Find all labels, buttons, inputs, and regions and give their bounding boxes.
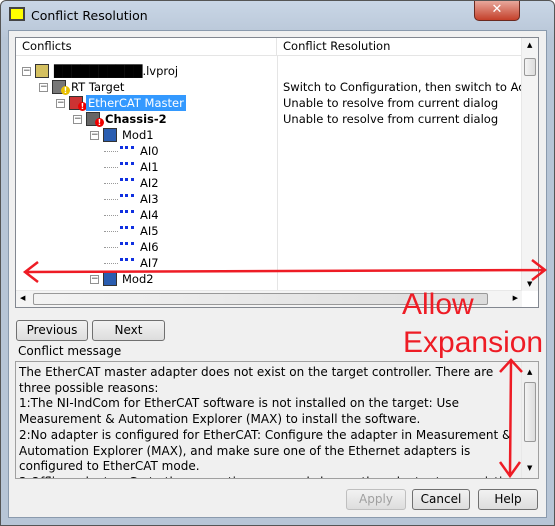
vertical-expansion-arrow [498, 358, 523, 479]
annotation-allow: Allow [402, 288, 474, 321]
horizontal-expansion-arrow [22, 259, 548, 283]
annotation-arrows [22, 259, 548, 479]
annotation-expansion: Expansion [403, 326, 544, 359]
